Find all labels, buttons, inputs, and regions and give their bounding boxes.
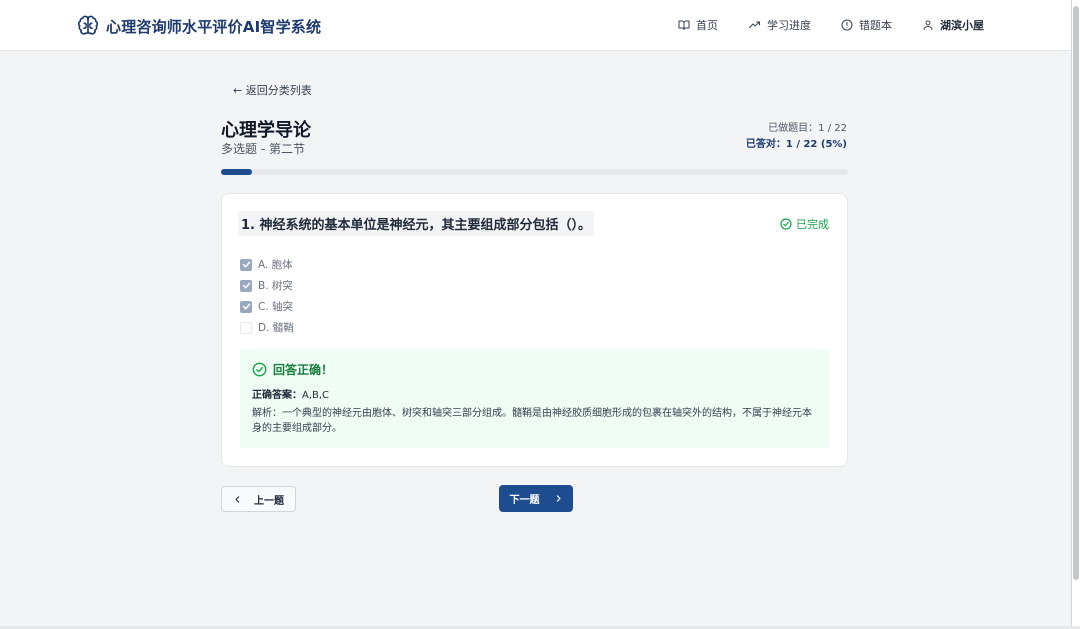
status-label: 已完成 (796, 218, 829, 231)
back-link-label: ← 返回分类列表 (233, 84, 312, 97)
correct-answer: 正确答案：A,B,C (252, 386, 329, 401)
prev-question-button[interactable]: 上一题 (221, 486, 296, 512)
nav-item-home[interactable]: 首页 (678, 17, 718, 33)
scrollbar-thumb[interactable] (1073, 6, 1079, 580)
trend-up-icon (749, 21, 760, 28)
stats-panel: 已做题目：1 / 22 已答对：1 / 22 (5%) (746, 121, 847, 153)
answered-count: 已做题目：1 / 22 (768, 123, 847, 134)
option-label: D. 髓鞘 (258, 322, 294, 334)
check-circle-icon (780, 218, 792, 230)
page-subtitle: 多选题 - 第二节 (221, 142, 305, 156)
nav-item-label: 错题本 (859, 19, 892, 32)
checkbox-checked[interactable] (240, 300, 252, 313)
nav-item-mistakes[interactable]: 错题本 (841, 17, 892, 33)
nav-item-label: 学习进度 (767, 19, 811, 32)
book-open-icon (678, 20, 690, 30)
correct-count: 已答对：1 / 22 (5%) (745, 139, 847, 150)
question-card: 1. 神经系统的基本单位是神经元，其主要组成部分包括（）。 已完成 A. 胞体 … (221, 193, 848, 467)
prev-button-label: 上一题 (254, 495, 284, 507)
nav-item-label: 首页 (696, 19, 718, 32)
option-label: C. 轴突 (258, 301, 294, 313)
option-list: A. 胞体 B. 树突 C. 轴突 D. 髓鞘 (240, 254, 294, 338)
main-nav: 首页 学习进度 错题本 湖滨小屋 (648, 17, 984, 33)
checkbox-checked[interactable] (240, 258, 252, 271)
answer-feedback: 回答正确！ 正确答案：A,B,C 解析：一个典型的神经元由胞体、树突和轴突三部分… (240, 349, 830, 448)
checkbox-unchecked[interactable] (240, 321, 252, 334)
page-title: 心理学导论 (221, 120, 311, 141)
next-question-button[interactable]: 下一题 (499, 485, 573, 512)
user-icon (923, 20, 933, 30)
progress-fill (221, 169, 253, 175)
question-text: 1. 神经系统的基本单位是神经元，其主要组成部分包括（）。 (238, 211, 595, 236)
option-a[interactable]: A. 胞体 (240, 254, 294, 275)
feedback-title-text: 回答正确！ (273, 363, 334, 377)
correct-answer-value: A,B,C (302, 390, 330, 401)
status-badge: 已完成 (780, 216, 829, 232)
feedback-title: 回答正确！ (252, 361, 333, 378)
scrollbar[interactable] (1072, 0, 1080, 626)
option-d[interactable]: D. 髓鞘 (240, 317, 294, 338)
chevron-left-icon (235, 495, 240, 503)
check-icon (242, 303, 250, 310)
option-b[interactable]: B. 树突 (240, 275, 294, 296)
nav-item-user[interactable]: 湖滨小屋 (922, 17, 984, 33)
option-label: B. 树突 (258, 280, 293, 292)
option-label: A. 胞体 (258, 259, 293, 271)
check-icon (242, 282, 250, 289)
check-icon (242, 261, 250, 268)
nav-item-progress[interactable]: 学习进度 (748, 17, 811, 33)
back-to-category-link[interactable]: ← 返回分类列表 (233, 82, 312, 98)
option-c[interactable]: C. 轴突 (240, 296, 294, 317)
top-navbar: 心理咨询师水平评价AI智学系统 首页 学习进度 错题本 湖滨小屋 (0, 0, 1071, 51)
nav-item-label: 湖滨小屋 (940, 19, 984, 32)
chevron-right-icon (556, 495, 561, 502)
check-circle-icon (252, 362, 267, 377)
brand[interactable]: 心理咨询师水平评价AI智学系统 (76, 13, 321, 39)
checkbox-checked[interactable] (240, 279, 252, 292)
answer-analysis: 解析：一个典型的神经元由胞体、树突和轴突三部分组成。髓鞘是由神经胶质细胞形成的包… (252, 408, 812, 434)
app-title: 心理咨询师水平评价AI智学系统 (106, 17, 322, 36)
correct-answer-label: 正确答案： (252, 390, 302, 401)
progress-bar (221, 169, 848, 175)
alert-circle-icon (841, 19, 853, 31)
browser-window: 心理咨询师水平评价AI智学系统 首页 学习进度 错题本 湖滨小屋 ← 返回分类列… (0, 0, 1072, 626)
next-button-label: 下一题 (509, 495, 540, 506)
brain-icon (76, 14, 100, 38)
